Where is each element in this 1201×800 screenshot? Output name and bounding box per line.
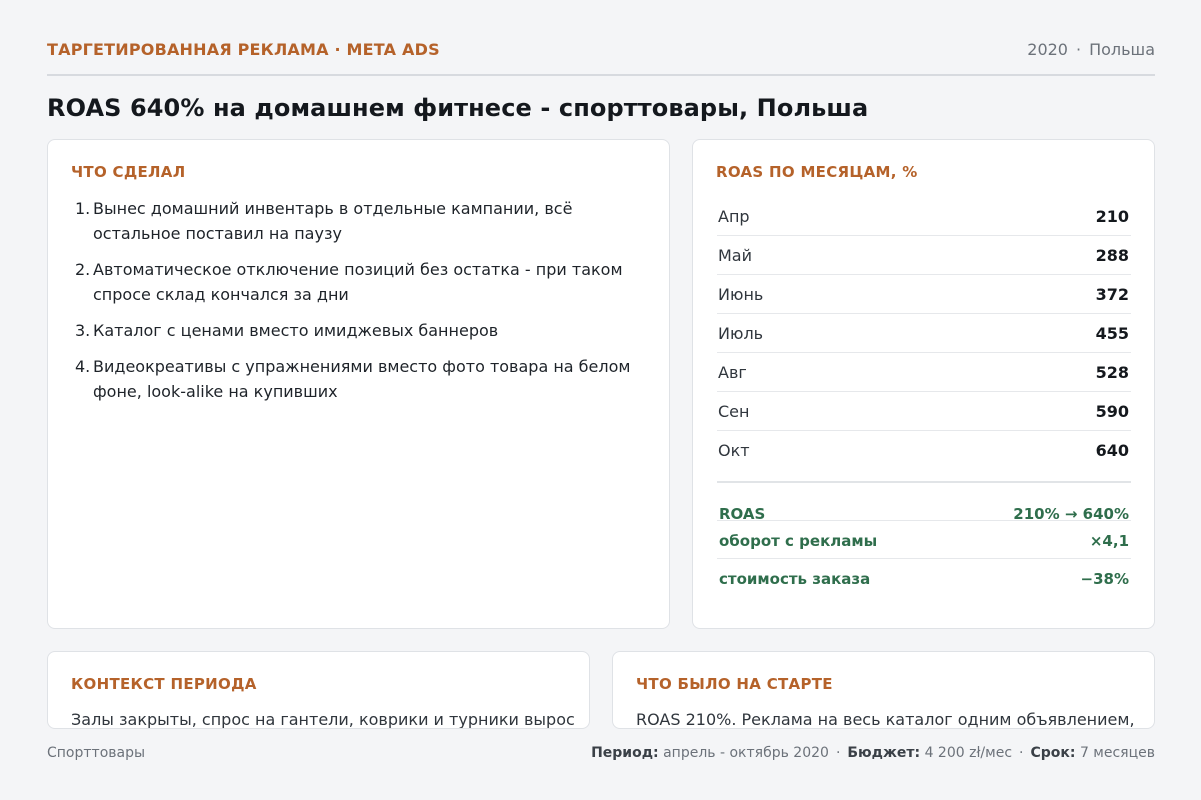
done-card-title: ЧТО СДЕЛАЛ: [71, 163, 186, 181]
list-item-number: 3.: [75, 321, 91, 340]
roas-month-table: Апр 210 Май 288 Июнь 372 Июль 455 Авг 528 Сен…: [717, 197, 1131, 469]
list-item-number: 1.: [75, 199, 91, 218]
country-label: Польша: [1089, 40, 1155, 59]
list-item-number: 4.: [75, 357, 91, 376]
table-row: Окт 640: [717, 431, 1131, 469]
summary-value: −38%: [1080, 570, 1129, 588]
month-value: 590: [1095, 402, 1129, 421]
page-title: ROAS 640% на домашнем фитнесе - спорттов…: [47, 94, 869, 122]
list-item: 2. Автоматическое отключение позиций без …: [71, 257, 641, 307]
month-label: Май: [718, 246, 753, 265]
month-label: Апр: [718, 207, 750, 226]
summary-value: ×4,1: [1089, 532, 1129, 550]
list-item-text: Каталог с ценами вместо имиджевых баннер…: [93, 321, 499, 340]
month-value: 528: [1095, 363, 1129, 382]
footer-category: Спорттовары: [47, 745, 146, 761]
roas-card: ROAS ПО МЕСЯЦАМ, % Апр 210 Май 288 Июнь 372…: [692, 139, 1155, 629]
budget-label: Бюджет:: [847, 745, 921, 761]
month-value: 372: [1095, 285, 1129, 304]
year-label: 2020: [1027, 40, 1068, 59]
table-row: Май 288: [717, 236, 1131, 275]
list-item-text: Автоматическое отключение позиций без ос…: [93, 260, 623, 304]
month-value: 640: [1095, 441, 1129, 460]
roas-summary: ROAS 210% → 640% оборот с рекламы ×4,1 сто…: [717, 481, 1131, 596]
footer-details: Период: апрель - октябрь 2020 · Бюджет: 4 …: [591, 745, 1155, 761]
summary-row: ROAS 210% → 640%: [717, 483, 1131, 523]
period-label: Период:: [591, 745, 659, 761]
month-value: 288: [1095, 246, 1129, 265]
table-row: Авг 528: [717, 353, 1131, 392]
table-row: Июнь 372: [717, 275, 1131, 314]
footer-separator: ·: [1019, 745, 1024, 761]
table-row: Сен 590: [717, 392, 1131, 431]
context-card-title: КОНТЕКСТ ПЕРИОДА: [71, 675, 257, 693]
start-card: ЧТО БЫЛО НА СТАРТЕ ROAS 210%. Реклама на…: [612, 651, 1155, 729]
header-meta: 2020 · Польша: [1027, 40, 1155, 59]
list-item: 4. Видеокреативы с упражнениями вместо фо…: [71, 354, 641, 404]
start-card-title: ЧТО БЫЛО НА СТАРТЕ: [636, 675, 833, 693]
summary-key: стоимость заказа: [719, 570, 871, 588]
summary-row: оборот с рекламы ×4,1: [717, 521, 1131, 559]
list-item: 3. Каталог с ценами вместо имиджевых банн…: [71, 318, 641, 343]
list-item: 1. Вынес домашний инвентарь в отдельные к…: [71, 196, 641, 246]
section-kicker: ТАРГЕТИРОВАННАЯ РЕКЛАМА · META ADS: [47, 40, 440, 59]
roas-card-title: ROAS ПО МЕСЯЦАМ, %: [716, 163, 918, 181]
period-value: апрель - октябрь 2020: [663, 745, 829, 761]
summary-key: оборот с рекламы: [719, 532, 878, 550]
month-label: Окт: [718, 441, 750, 460]
table-row: Июль 455: [717, 314, 1131, 353]
table-row: Апр 210: [717, 197, 1131, 236]
page-header: ТАРГЕТИРОВАННАЯ РЕКЛАМА · META ADS 2020 ·…: [47, 38, 1155, 76]
start-text: ROAS 210%. Реклама на весь каталог одним…: [636, 710, 1135, 729]
budget-value: 4 200 zł/мес: [924, 745, 1013, 761]
list-item-number: 2.: [75, 260, 91, 279]
month-label: Июнь: [718, 285, 764, 304]
term-label: Срок:: [1030, 745, 1076, 761]
context-text: Залы закрыты, спрос на гантели, коврики …: [71, 710, 575, 729]
term-value: 7 месяцев: [1079, 745, 1155, 761]
meta-separator: ·: [1075, 40, 1082, 59]
month-value: 455: [1095, 324, 1129, 343]
month-label: Сен: [718, 402, 750, 421]
month-label: Июль: [718, 324, 764, 343]
done-list: 1. Вынес домашний инвентарь в отдельные к…: [71, 196, 641, 415]
context-card: КОНТЕКСТ ПЕРИОДА Залы закрыты, спрос на …: [47, 651, 590, 729]
summary-row: стоимость заказа −38%: [717, 559, 1131, 596]
month-label: Авг: [718, 363, 747, 382]
done-card: ЧТО СДЕЛАЛ 1. Вынес домашний инвентарь в …: [47, 139, 670, 629]
footer-separator: ·: [835, 745, 841, 761]
list-item-text: Видеокреативы с упражнениями вместо фото…: [93, 357, 631, 401]
list-item-text: Вынес домашний инвентарь в отдельные кам…: [93, 199, 573, 243]
month-value: 210: [1095, 207, 1129, 226]
